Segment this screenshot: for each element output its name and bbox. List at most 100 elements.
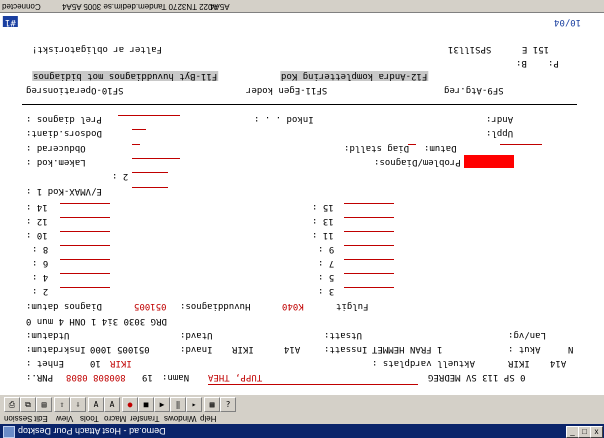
fkey-f11[interactable]: F11-Byt huvuddiagnos mot bidiagnos	[32, 70, 219, 81]
record-icon[interactable]: ●	[122, 397, 138, 412]
field-prel-diagnos[interactable]	[118, 115, 180, 116]
title-bar[interactable]: Demo.ad - Host Attach Pour Desktop _ □ x	[0, 424, 604, 438]
divider	[22, 104, 577, 105]
enhet-value: 10	[90, 358, 101, 368]
label-row-2: 2 :	[32, 286, 49, 296]
fkey-sf10[interactable]: SF10-Operationsreg	[26, 84, 124, 95]
patient-line-tail: 0 SP 113 SV MEDREG	[428, 372, 526, 382]
field-row-15[interactable]	[344, 203, 394, 204]
field-namn[interactable]	[208, 384, 418, 385]
fkey-f12[interactable]: F12-Andra komplettering Kod	[280, 70, 429, 81]
toolbar: ⎙ ⧉ ▤ ⇧ ⇩ A A ● ■ ▶ ‖ ▸ ▦ ?	[0, 394, 604, 414]
step-icon[interactable]: ▸	[186, 397, 202, 412]
field-evmax-kod[interactable]	[132, 187, 168, 188]
age-value: 19	[142, 372, 153, 382]
stop-icon[interactable]: ■	[138, 397, 154, 412]
field-row-2[interactable]	[60, 287, 110, 288]
app-icon	[3, 426, 15, 438]
inavd-value-2: A14	[284, 344, 301, 354]
terminal-screen[interactable]: #1 10/04 Falter ar obligatoriskt! SPS1ll…	[0, 13, 604, 394]
error-message: Falter ar obligatoriskt!	[32, 44, 163, 54]
field-row-12[interactable]	[60, 217, 110, 218]
field-row-11[interactable]	[344, 231, 394, 232]
field-row-6[interactable]	[60, 259, 110, 260]
label-huvuddiagnos: Huvuddiagnos:	[180, 301, 251, 311]
diagnos-datum-value[interactable]: 051005	[134, 300, 167, 311]
aktuell-value-2: A14	[550, 358, 567, 368]
fkey-sf11[interactable]: SF11-Egen koder	[246, 84, 327, 95]
field-row-3[interactable]	[344, 287, 394, 288]
menu-edit[interactable]: Edit	[34, 412, 48, 424]
label-evmax-kod: E/VMAX-Kod 1 :	[26, 186, 102, 196]
label-prel-diagnos: Prel diagnos :	[26, 114, 102, 124]
font-a-icon[interactable]: A	[88, 397, 104, 412]
label-row-4: 4 :	[32, 272, 49, 282]
receive-icon[interactable]: ⇩	[70, 397, 86, 412]
play-icon[interactable]: ▶	[154, 397, 170, 412]
label-row-3: 3 :	[318, 286, 335, 296]
b-label: B:	[516, 58, 527, 68]
menu-windows[interactable]: Windows	[164, 412, 196, 424]
label-row-6: 6 :	[32, 258, 49, 268]
field-extra-2[interactable]	[132, 172, 168, 173]
menu-transfer[interactable]: Transfer	[130, 412, 160, 424]
fulgit-label: Fulgit	[336, 301, 369, 311]
field-row-13[interactable]	[344, 217, 394, 218]
label-obducerad: Obducerad :	[26, 143, 86, 153]
field-row-14[interactable]	[60, 203, 110, 204]
menu-tools[interactable]: Tools	[80, 412, 99, 424]
field-row-8[interactable]	[60, 245, 110, 246]
pnr-value[interactable]: 800808 0808	[66, 371, 126, 382]
fkey-sf9[interactable]: SF9-Atg.reg	[444, 84, 504, 95]
label-row-8: 8 :	[32, 244, 49, 254]
print-icon[interactable]: ⎙	[4, 397, 20, 412]
font-a2-icon[interactable]: A	[104, 397, 120, 412]
close-button[interactable]: x	[590, 426, 603, 438]
label-row-5: 5 :	[318, 272, 335, 282]
field-diag-stalld[interactable]	[408, 144, 416, 145]
help-icon[interactable]: ?	[220, 397, 236, 412]
menu-session[interactable]: Session	[4, 412, 32, 424]
copy-icon[interactable]: ⧉	[20, 397, 36, 412]
label-row-9: 9 :	[318, 244, 335, 254]
field-obducerad[interactable]	[132, 144, 140, 145]
field-row-7[interactable]	[344, 259, 394, 260]
enhet-code[interactable]: IKIR	[110, 357, 132, 368]
menu-view[interactable]: View	[56, 412, 73, 424]
field-row-10[interactable]	[60, 231, 110, 232]
macro-icon[interactable]: ▦	[204, 397, 220, 412]
connection-status: Connected	[2, 2, 41, 11]
namn-value[interactable]: TUPP, THEA	[208, 371, 262, 382]
session-info: A022 TN3270 Tandem.dedim.se 3005 A5A4	[62, 2, 218, 11]
screen-id: SPS1ll31	[448, 44, 492, 54]
label-diagnos-datum: Diagnos datum:	[26, 301, 102, 311]
label-row-15: 15 :	[312, 202, 334, 212]
inskrdatum-value: 051005 1000	[90, 344, 150, 354]
field-row-9[interactable]	[344, 245, 394, 246]
label-utavd: Utavd:	[180, 330, 213, 340]
session-label: A5A4	[210, 2, 230, 11]
field-problem-diagnos-error[interactable]	[464, 155, 514, 168]
label-diag-stalld: Diag stalld:	[344, 143, 410, 153]
label-inavd: Inavd:	[180, 344, 213, 354]
field-lakem-kod[interactable]	[132, 158, 180, 159]
menu-macro[interactable]: Macro	[104, 412, 126, 424]
page-label: 151 E	[522, 44, 550, 54]
field-row-5[interactable]	[344, 273, 394, 274]
menu-help[interactable]: Help	[200, 412, 216, 424]
cursor-marker: #1	[3, 16, 18, 27]
window-title: Demo.ad - Host Attach Pour Desktop	[18, 426, 166, 436]
field-row-4[interactable]	[60, 273, 110, 274]
label-pnr: PNR.:	[26, 372, 54, 382]
pause-icon[interactable]: ‖	[170, 397, 186, 412]
send-icon[interactable]: ⇧	[54, 397, 70, 412]
label-row-13: 13 :	[312, 216, 334, 226]
label-enhet: Enhet :	[26, 358, 64, 368]
field-dodsorsak[interactable]	[132, 129, 146, 130]
label-aktuell-vardplats: Aktuell vardplats :	[372, 358, 475, 368]
huvuddiagnos-value[interactable]: K040	[282, 300, 304, 311]
field-datum[interactable]	[500, 144, 542, 145]
label-row-10: 10 :	[26, 230, 48, 240]
paste-icon[interactable]: ▤	[36, 397, 52, 412]
label-utsatt: Utsatt:	[324, 330, 362, 340]
